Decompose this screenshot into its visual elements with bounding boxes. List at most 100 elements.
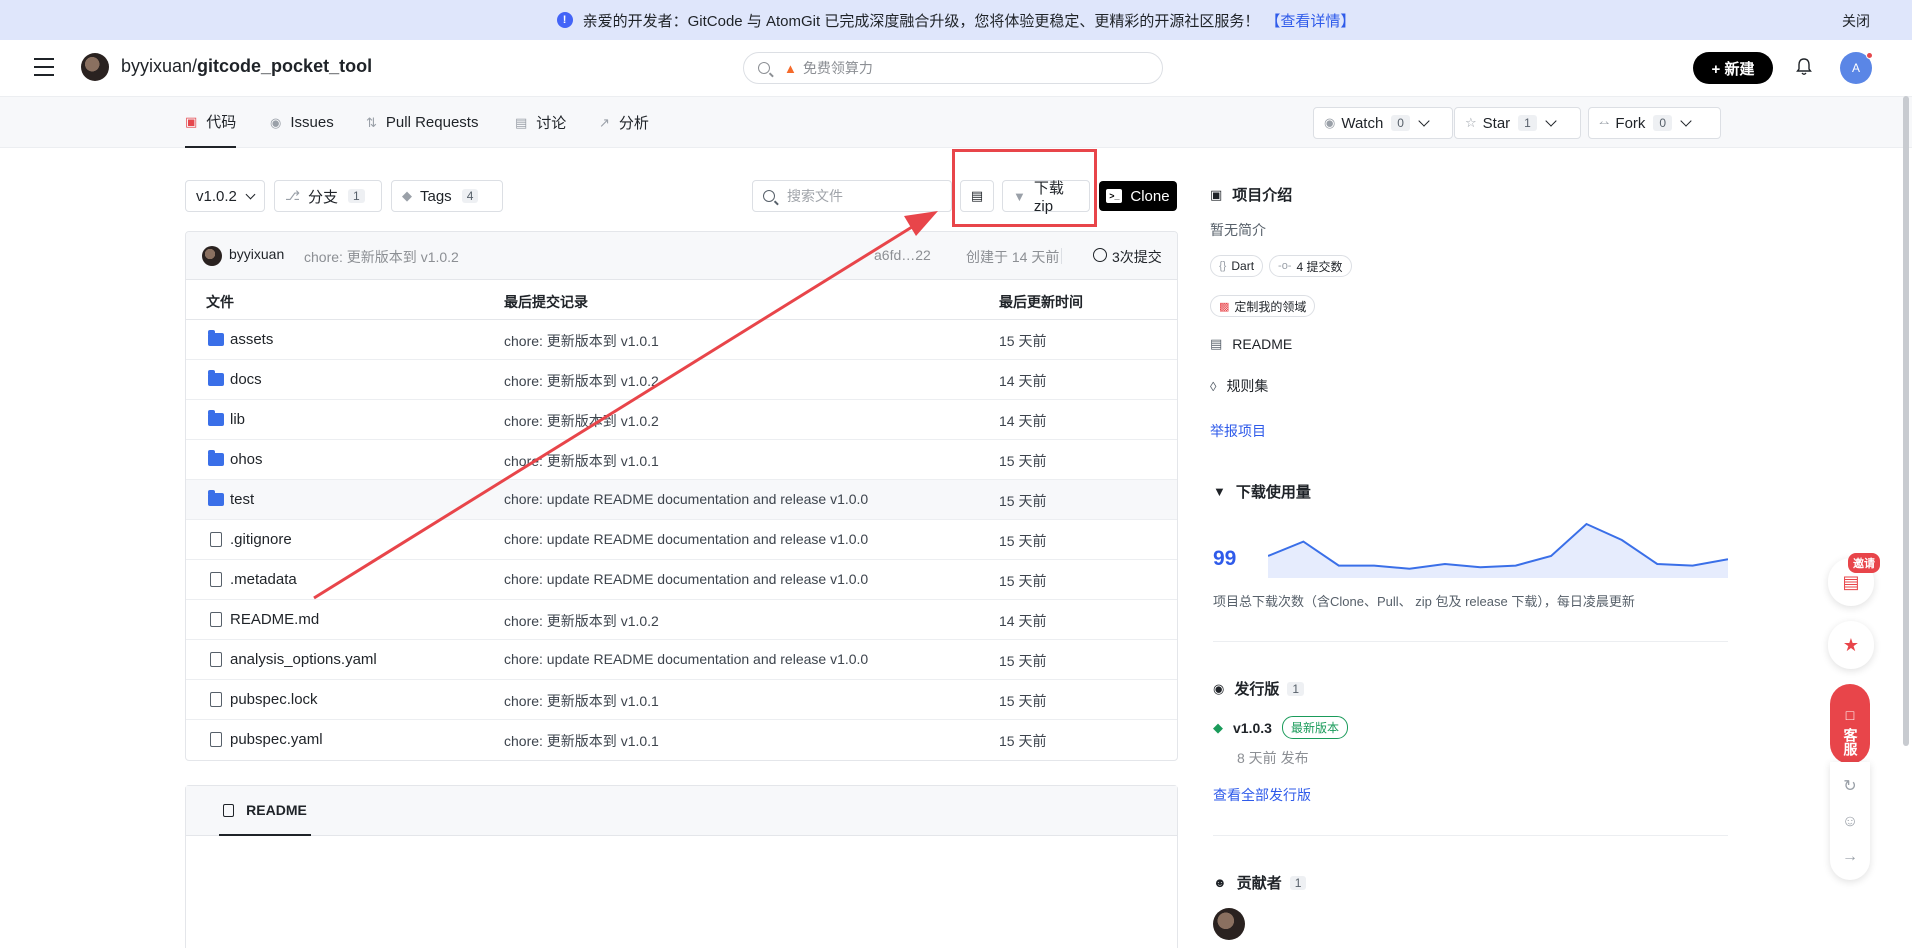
bell-icon[interactable] <box>1796 58 1812 76</box>
tab-analytics[interactable]: ↗ 分析 <box>599 97 649 148</box>
tab-issues[interactable]: ◉ Issues <box>270 97 334 148</box>
fork-button[interactable]: ⥎ Fork 0 <box>1588 107 1721 139</box>
column-header: 最后更新时间 <box>999 294 1083 310</box>
watch-button[interactable]: ◉ Watch 0 <box>1313 107 1453 139</box>
folder-icon <box>208 450 224 466</box>
file-commit-message[interactable]: chore: 更新版本到 v1.0.2 <box>504 411 659 431</box>
table-row[interactable]: lib chore: 更新版本到 v1.0.2 14 天前 <box>186 400 1177 440</box>
file-name-link[interactable]: test <box>230 491 254 508</box>
info-icon: ◉ <box>1213 680 1225 696</box>
chat-icon: □ <box>1845 707 1855 723</box>
file-updated-time: 15 天前 <box>999 493 1047 509</box>
tags-button[interactable]: ◆ Tags 4 <box>391 180 503 212</box>
file-table: byyixuan chore: 更新版本到 v1.0.2 a6fd…22 创建于… <box>185 231 1178 761</box>
table-row[interactable]: docs chore: 更新版本到 v1.0.2 14 天前 <box>186 360 1177 400</box>
file-name-link[interactable]: analysis_options.yaml <box>230 651 377 668</box>
page-scrollbar[interactable] <box>1903 96 1909 746</box>
arrow-right-icon[interactable]: → <box>1842 848 1858 866</box>
committer-name[interactable]: byyixuan <box>229 246 284 262</box>
all-releases-link[interactable]: 查看全部发行版 <box>1213 785 1311 805</box>
readme-tab[interactable]: README <box>219 786 311 836</box>
custom-domain-tag[interactable]: ▩ 定制我的领域 <box>1210 295 1316 317</box>
file-name-link[interactable]: pubspec.lock <box>230 691 318 708</box>
web-ide-button[interactable]: ▤ <box>960 180 994 212</box>
refresh-icon[interactable]: ↻ <box>1843 776 1856 796</box>
global-search-input[interactable]: ▲ 免费领算力 <box>743 52 1163 84</box>
repo-title[interactable]: gitcode_pocket_tool <box>197 56 372 76</box>
banner-details-link[interactable]: 【查看详情】 <box>1265 10 1355 31</box>
file-name-link[interactable]: lib <box>230 411 245 428</box>
branch-selector[interactable]: v1.0.2 <box>185 180 265 212</box>
file-commit-message[interactable]: chore: 更新版本到 v1.0.2 <box>504 611 659 631</box>
file-commit-message[interactable]: chore: 更新版本到 v1.0.1 <box>504 731 659 751</box>
menu-icon[interactable] <box>34 58 54 76</box>
repo-breadcrumb[interactable]: byyixuan/gitcode_pocket_tool <box>121 56 372 77</box>
user-avatar[interactable]: A <box>1840 52 1873 84</box>
table-row[interactable]: pubspec.yaml chore: 更新版本到 v1.0.1 15 天前 <box>186 720 1177 760</box>
commit-message[interactable]: chore: 更新版本到 v1.0.2 <box>304 247 459 267</box>
new-button[interactable]: + 新建 <box>1693 52 1773 84</box>
table-row[interactable]: analysis_options.yaml chore: update READM… <box>186 640 1177 680</box>
table-header: 文件 最后提交记录 最后更新时间 <box>186 280 1177 320</box>
file-name-link[interactable]: docs <box>230 371 262 388</box>
report-link[interactable]: 举报项目 <box>1210 421 1266 441</box>
file-name-link[interactable]: ohos <box>230 451 263 468</box>
file-commit-message[interactable]: chore: update README documentation and r… <box>504 651 868 667</box>
pull-request-icon: ⇅ <box>366 114 377 130</box>
contributors-count: 1 <box>1289 875 1307 890</box>
table-row[interactable]: .gitignore chore: update README documenta… <box>186 520 1177 560</box>
table-row[interactable]: README.md chore: 更新版本到 v1.0.2 14 天前 <box>186 600 1177 640</box>
document-icon <box>223 803 235 817</box>
banner-close-button[interactable]: 关闭 <box>1842 11 1870 31</box>
trophy-button[interactable]: ★ <box>1828 621 1874 669</box>
file-updated-time: 14 天前 <box>999 413 1047 429</box>
document-icon: ▤ <box>1210 336 1223 351</box>
file-name-link[interactable]: README.md <box>230 611 319 628</box>
table-row[interactable]: assets chore: 更新版本到 v1.0.1 15 天前 <box>186 320 1177 360</box>
table-row[interactable]: .metadata chore: update README documentat… <box>186 560 1177 600</box>
file-commit-message[interactable]: chore: update README documentation and r… <box>504 531 868 547</box>
branches-button[interactable]: ⎇ 分支 1 <box>274 180 382 212</box>
tab-code[interactable]: ▣ 代码 <box>185 97 237 148</box>
tab-pull-requests[interactable]: ⇅ Pull Requests <box>366 97 478 148</box>
file-name-link[interactable]: .metadata <box>230 571 297 588</box>
language-tag[interactable]: {} Dart <box>1210 255 1264 277</box>
file-name-link[interactable]: pubspec.yaml <box>230 731 323 748</box>
discussion-icon: ▤ <box>515 114 528 130</box>
readme-link-label: README <box>1232 336 1293 352</box>
fork-count: 0 <box>1653 115 1673 131</box>
readme-tab-label: README <box>246 802 307 818</box>
search-icon <box>758 62 770 74</box>
file-commit-message[interactable]: chore: update README documentation and r… <box>504 571 868 587</box>
file-name-link[interactable]: .gitignore <box>230 531 292 548</box>
rules-link-label: 规则集 <box>1226 378 1269 394</box>
file-commit-message[interactable]: chore: 更新版本到 v1.0.2 <box>504 371 659 391</box>
invite-badge[interactable]: 邀请 <box>1848 553 1880 573</box>
customer-service-button[interactable]: □ 客服 <box>1830 684 1870 764</box>
release-version[interactable]: v1.0.3 <box>1233 720 1272 736</box>
commits-tag[interactable]: -o- 4 提交数 <box>1269 255 1352 277</box>
table-row[interactable]: pubspec.lock chore: 更新版本到 v1.0.1 15 天前 <box>186 680 1177 720</box>
commits-count-link[interactable]: 3次提交 <box>1112 247 1162 267</box>
readme-link[interactable]: ▤ README <box>1210 336 1292 352</box>
committer-avatar[interactable] <box>202 246 222 266</box>
commit-sha[interactable]: a6fd…22 <box>874 247 931 263</box>
download-zip-button[interactable]: ▼ 下载zip <box>1002 180 1090 215</box>
tab-discussions[interactable]: ▤ 讨论 <box>515 97 566 148</box>
sparkline-area <box>1268 524 1728 578</box>
file-commit-message[interactable]: chore: update README documentation and r… <box>504 491 868 507</box>
rules-link[interactable]: ◊ 规则集 <box>1210 376 1268 396</box>
contributor-avatar[interactable] <box>1213 908 1245 940</box>
smiley-icon[interactable]: ☺ <box>1842 813 1858 831</box>
file-commit-message[interactable]: chore: 更新版本到 v1.0.1 <box>504 691 659 711</box>
file-commit-message[interactable]: chore: 更新版本到 v1.0.1 <box>504 451 659 471</box>
table-row[interactable]: test chore: update README documentation a… <box>186 480 1177 520</box>
file-search-input[interactable]: 搜索文件 <box>752 180 952 212</box>
repo-owner[interactable]: byyixuan/ <box>121 56 197 76</box>
star-button[interactable]: ☆ Star 1 <box>1454 107 1581 139</box>
file-name-link[interactable]: assets <box>230 331 273 348</box>
owner-avatar[interactable] <box>81 53 109 81</box>
table-row[interactable]: ohos chore: 更新版本到 v1.0.1 15 天前 <box>186 440 1177 480</box>
file-commit-message[interactable]: chore: 更新版本到 v1.0.1 <box>504 331 659 351</box>
clone-button[interactable]: >_ Clone <box>1099 181 1177 211</box>
